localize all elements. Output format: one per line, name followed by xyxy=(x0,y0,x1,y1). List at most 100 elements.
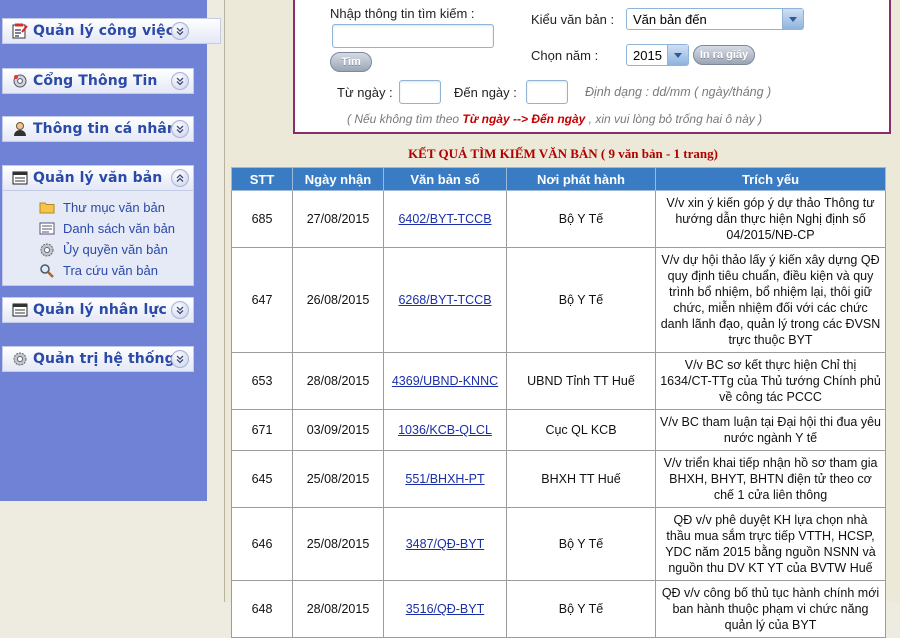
section-header[interactable]: Quản lý văn bản xyxy=(2,165,194,191)
sidebar-section-personal[interactable]: Thông tin cá nhân xyxy=(2,116,220,142)
cell-doc-number: 4369/UBND-KNNC xyxy=(383,352,507,410)
section-header[interactable]: Quản lý công việc xyxy=(2,18,221,44)
cell-stt: 685 xyxy=(231,190,293,248)
col-header-received-date: Ngày nhận xyxy=(292,167,384,191)
chevron-down-icon[interactable] xyxy=(171,120,189,138)
main-content: Nhập thông tin tìm kiếm : Tìm Kiểu văn b… xyxy=(224,0,900,638)
print-button[interactable]: In ra giấy xyxy=(693,45,755,65)
cell-doc-number: 6268/BYT-TCCB xyxy=(383,247,507,353)
section-header[interactable]: Cổng Thông Tin xyxy=(2,68,194,94)
magnifier-icon xyxy=(39,263,55,278)
cell-doc-number: 551/BHXH-PT xyxy=(383,450,507,508)
note-prefix: ( Nếu không tìm theo xyxy=(347,112,460,126)
cell-doc-number: 6402/BYT-TCCB xyxy=(383,190,507,248)
cell-doc-number: 3516/QĐ-BYT xyxy=(383,580,507,638)
doc-number-link[interactable]: 3516/QĐ-BYT xyxy=(406,602,485,616)
cell-issuer: UBND Tỉnh TT Huế xyxy=(506,352,656,410)
gear-icon xyxy=(39,243,55,257)
folder-icon xyxy=(39,201,55,215)
person-icon xyxy=(11,120,29,138)
doc-number-link[interactable]: 1036/KCB-QLCL xyxy=(398,423,492,437)
chevron-down-icon[interactable] xyxy=(171,350,189,368)
cell-summary: QĐ v/v phê duyệt KH lựa chọn nhà thầu mu… xyxy=(655,507,886,581)
keyword-input[interactable] xyxy=(332,24,494,48)
search-button[interactable]: Tìm xyxy=(330,52,372,72)
cell-issuer: Bộ Y Tế xyxy=(506,190,656,248)
cell-doc-number: 1036/KCB-QLCL xyxy=(383,409,507,451)
section-header[interactable]: Quản trị hệ thống xyxy=(2,346,194,372)
sidebar-item-doc-lookup[interactable]: Tra cứu văn bản xyxy=(3,260,193,281)
table-header-row: STT Ngày nhận Văn bản số Nơi phát hành T… xyxy=(231,167,886,191)
section-title: Thông tin cá nhân xyxy=(33,121,177,137)
section-title: Quản lý văn bản xyxy=(33,170,163,186)
year-value: 2015 xyxy=(633,47,662,63)
cell-stt: 645 xyxy=(231,450,293,508)
list-icon xyxy=(39,222,55,236)
chevron-down-icon[interactable] xyxy=(782,9,803,29)
sidebar-item-doc-delegate[interactable]: Ủy quyền văn bản xyxy=(3,239,193,260)
to-date-input[interactable] xyxy=(526,80,568,104)
cell-summary: V/v triển khai tiếp nhận hồ sơ tham gia … xyxy=(655,450,886,508)
table-row: 671 03/09/2015 1036/KCB-QLCL Cục QL KCB … xyxy=(231,409,886,451)
cell-date: 26/08/2015 xyxy=(292,247,384,353)
table-row: 648 28/08/2015 3516/QĐ-BYT Bộ Y Tế QĐ v/… xyxy=(231,580,886,638)
sidebar-item-doc-list[interactable]: Danh sách văn bản xyxy=(3,218,193,239)
chevron-up-icon[interactable] xyxy=(171,169,189,187)
year-select[interactable]: 2015 xyxy=(626,44,689,66)
sidebar-section-hr[interactable]: Quản lý nhân lực xyxy=(2,297,220,323)
cell-date: 28/08/2015 xyxy=(292,352,384,410)
sidebar-section-portal[interactable]: Cổng Thông Tin xyxy=(2,68,220,94)
table-row: 645 25/08/2015 551/BHXH-PT BHXH TT Huế V… xyxy=(231,450,886,508)
portal-gear-icon xyxy=(11,72,29,90)
chevron-down-icon[interactable] xyxy=(171,72,189,90)
doc-number-link[interactable]: 4369/UBND-KNNC xyxy=(392,374,498,388)
doc-type-select[interactable]: Văn bản đến xyxy=(626,8,804,30)
cell-stt: 647 xyxy=(231,247,293,353)
results-table: STT Ngày nhận Văn bản số Nơi phát hành T… xyxy=(231,167,886,638)
section-header[interactable]: Thông tin cá nhân xyxy=(2,116,194,142)
section-body: Thư mục văn bản Danh sách văn bản Ủy quy… xyxy=(2,191,194,286)
doc-number-link[interactable]: 551/BHXH-PT xyxy=(405,472,484,486)
task-board-icon xyxy=(11,22,29,40)
to-date-label: Đến ngày : xyxy=(454,85,517,100)
cell-stt: 646 xyxy=(231,507,293,581)
search-panel: Nhập thông tin tìm kiếm : Tìm Kiểu văn b… xyxy=(293,0,891,134)
from-date-input[interactable] xyxy=(399,80,441,104)
chevron-down-icon[interactable] xyxy=(171,301,189,319)
table-row: 685 27/08/2015 6402/BYT-TCCB Bộ Y Tế V/v… xyxy=(231,190,886,248)
col-header-doc-number: Văn bản số xyxy=(383,167,507,191)
doc-number-link[interactable]: 6268/BYT-TCCB xyxy=(398,293,491,307)
sidebar-item-label: Ủy quyền văn bản xyxy=(63,242,168,257)
cell-summary: V/v BC tham luận tại Đại hội thi đua yêu… xyxy=(655,409,886,451)
doc-type-label: Kiểu văn bản : xyxy=(531,12,615,27)
section-title: Quản lý công việc xyxy=(33,23,175,39)
date-format-hint: Định dạng : dd/mm ( ngày/tháng ) xyxy=(585,85,772,99)
sidebar-item-label: Thư mục văn bản xyxy=(63,200,165,215)
keyword-label: Nhập thông tin tìm kiếm : xyxy=(330,6,475,21)
doc-number-link[interactable]: 6402/BYT-TCCB xyxy=(398,212,491,226)
col-header-stt: STT xyxy=(231,167,293,191)
cell-stt: 648 xyxy=(231,580,293,638)
chevron-down-icon[interactable] xyxy=(171,22,189,40)
cell-date: 03/09/2015 xyxy=(292,409,384,451)
col-header-issuer: Nơi phát hành xyxy=(506,167,656,191)
document-icon xyxy=(11,301,29,319)
section-title: Quản lý nhân lực xyxy=(33,302,167,318)
doc-number-link[interactable]: 3487/QĐ-BYT xyxy=(406,537,485,551)
cell-stt: 671 xyxy=(231,409,293,451)
section-title: Cổng Thông Tin xyxy=(33,73,158,89)
cell-date: 25/08/2015 xyxy=(292,507,384,581)
cell-summary: V/v BC sơ kết thực hiện Chỉ thị 1634/CT-… xyxy=(655,352,886,410)
gear-icon xyxy=(11,350,29,368)
sidebar-item-doc-folder[interactable]: Thư mục văn bản xyxy=(3,197,193,218)
chevron-down-icon[interactable] xyxy=(667,45,688,65)
sidebar-section-documents[interactable]: Quản lý văn bản Thư mục văn bản Danh sác… xyxy=(2,165,220,286)
note-suffix: , xin vui lòng bỏ trống hai ô này ) xyxy=(588,112,763,126)
doc-type-value: Văn bản đến xyxy=(633,11,707,27)
cell-issuer: Bộ Y Tế xyxy=(506,247,656,353)
table-row: 647 26/08/2015 6268/BYT-TCCB Bộ Y Tế V/v… xyxy=(231,247,886,353)
sidebar-section-task[interactable]: Quản lý công việc xyxy=(2,18,221,44)
cell-summary: V/v dự hội thảo lấy ý kiến xây dựng QĐ q… xyxy=(655,247,886,353)
sidebar-section-admin[interactable]: Quản trị hệ thống xyxy=(2,346,220,372)
section-header[interactable]: Quản lý nhân lực xyxy=(2,297,194,323)
